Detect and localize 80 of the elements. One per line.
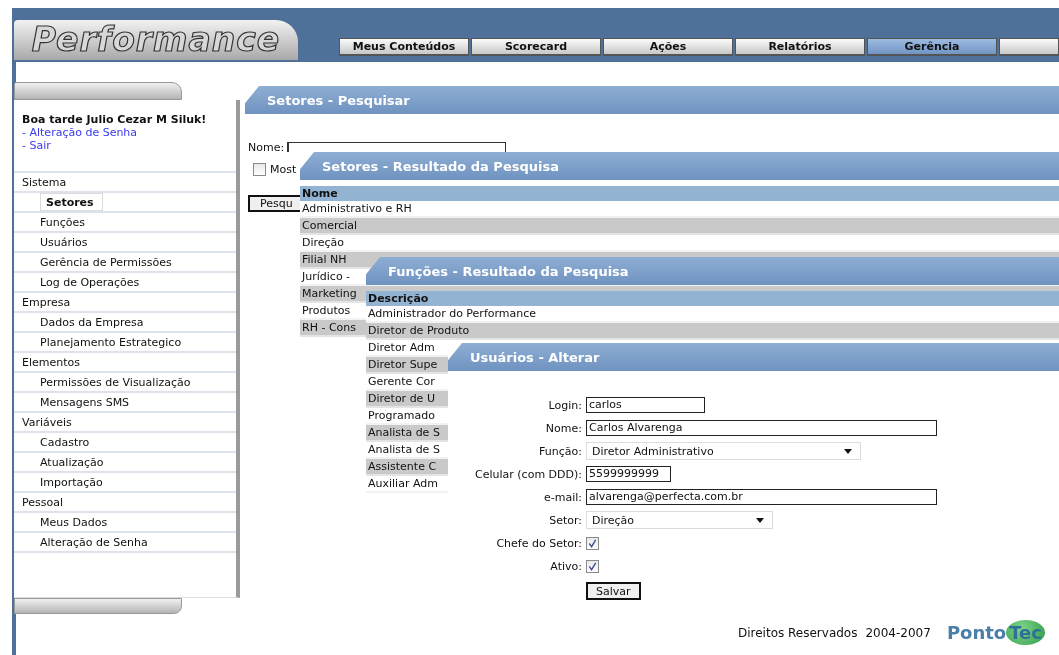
nav-tab[interactable]: Gerência xyxy=(867,38,997,56)
field-label: Nome: xyxy=(545,421,582,435)
sidebar-item[interactable]: Atualização xyxy=(40,455,104,469)
sidebar-link[interactable]: - Alteração de Senha xyxy=(22,126,236,139)
field-label: Login: xyxy=(548,398,582,412)
table-cell[interactable]: Comercial xyxy=(302,219,358,232)
table-cell[interactable]: Jurídico - xyxy=(302,270,351,283)
text-field[interactable]: carlos xyxy=(586,397,705,413)
table-cell[interactable]: Analista de S xyxy=(368,426,440,439)
field-label: Setor: xyxy=(549,513,582,527)
table-cell[interactable]: Administrador do Performance xyxy=(368,307,537,320)
nav-tab[interactable]: Ações xyxy=(603,38,733,56)
pontotec-logo: Ponto Tec xyxy=(946,620,1045,645)
checkbox[interactable] xyxy=(586,536,599,550)
search-button[interactable]: Pesqu xyxy=(248,195,300,212)
table-cell[interactable]: Analista de S xyxy=(368,443,440,456)
table-cell[interactable]: Diretor Supe xyxy=(368,358,438,371)
sidebar-item[interactable]: Log de Operações xyxy=(40,275,140,289)
greeting-text: Boa tarde Julio Cezar M Siluk! xyxy=(22,113,208,126)
performance-logo: Performance xyxy=(31,22,281,58)
table-cell[interactable]: Filial NH xyxy=(302,253,347,266)
sidebar-item[interactable]: Alteração de Senha xyxy=(40,535,148,549)
sidebar-item[interactable]: Setores xyxy=(40,193,103,211)
panel-title: Usuários - Alterar xyxy=(470,349,600,365)
sidebar-item[interactable]: Permissões de Visualização xyxy=(40,375,191,389)
table-cell[interactable]: Direção xyxy=(302,236,345,249)
field-label: Função: xyxy=(539,444,582,458)
nav-tab[interactable]: Relatórios xyxy=(735,38,865,56)
sidebar-item[interactable]: Cadastro xyxy=(40,435,90,449)
copyright-years: 2004-2007 xyxy=(865,625,931,640)
table-cell[interactable]: Administrativo e RH xyxy=(302,202,412,215)
sidebar-item[interactable]: Gerência de Permissões xyxy=(40,255,172,269)
menu-group-label: Sistema xyxy=(22,175,67,189)
text-field[interactable]: alvarenga@perfecta.com.br xyxy=(586,489,937,505)
save-button[interactable]: Salvar xyxy=(586,582,641,600)
sidebar-item[interactable]: Importação xyxy=(40,475,103,489)
table-cell[interactable]: Programado xyxy=(368,409,435,422)
copyright-text: Direitos Reservados xyxy=(737,625,858,640)
checkbox[interactable] xyxy=(586,559,599,573)
panel-title: Setores - Resultado da Pesquisa xyxy=(322,158,559,174)
table-cell[interactable]: Assistente C xyxy=(368,460,437,473)
table-cell[interactable]: RH - Cons xyxy=(302,321,356,334)
menu-group-label: Pessoal xyxy=(22,495,63,509)
sidebar-item[interactable]: Usuários xyxy=(40,235,88,249)
caret-icon xyxy=(756,517,764,523)
caret-icon xyxy=(844,448,852,454)
menu-group-label: Elementos xyxy=(22,355,80,369)
sidebar-item[interactable]: Dados da Empresa xyxy=(40,315,144,329)
table-cell[interactable]: Produtos xyxy=(302,304,351,317)
sidebar-item[interactable]: Mensagens SMS xyxy=(40,395,130,409)
sidebar-link[interactable]: - Sair xyxy=(22,139,236,152)
table-cell[interactable]: Auxiliar Adm xyxy=(368,477,438,490)
field-label: Ativo: xyxy=(550,559,582,573)
table-cell[interactable]: Diretor de U xyxy=(368,392,435,405)
field-label: Nome: xyxy=(248,141,285,154)
text-field[interactable]: Carlos Alvarenga xyxy=(586,420,937,436)
sidebar-item[interactable]: Meus Dados xyxy=(40,515,108,529)
menu-group-label: Empresa xyxy=(22,295,71,309)
sidebar-item[interactable]: Planejamento Estrategico xyxy=(40,335,182,349)
dropdown[interactable]: Diretor Administrativo xyxy=(586,442,861,460)
panel-title: Funções - Resultado da Pesquisa xyxy=(388,263,629,279)
dropdown[interactable]: Direção xyxy=(586,511,773,529)
sidebar-item[interactable]: Funções xyxy=(40,215,85,229)
name-input[interactable] xyxy=(287,142,507,152)
table-cell[interactable]: Diretor de Produto xyxy=(368,324,470,337)
field-label: Celular (com DDD): xyxy=(475,467,582,481)
checkbox-label: Most xyxy=(270,163,297,176)
text-field[interactable]: 5599999999 xyxy=(586,466,671,482)
panel-title: Setores - Pesquisar xyxy=(267,92,410,108)
checkbox[interactable] xyxy=(253,163,266,176)
column-header: Nome xyxy=(302,187,338,200)
field-label: Chefe do Setor: xyxy=(496,536,582,550)
menu-group-label: Variáveis xyxy=(22,415,72,429)
table-cell[interactable]: Diretor Adm xyxy=(368,341,435,354)
column-header: Descrição xyxy=(368,292,429,305)
nav-tab[interactable]: Scorecard xyxy=(471,38,601,56)
table-cell[interactable]: Marketing xyxy=(302,287,357,300)
table-cell[interactable]: Gerente Cor xyxy=(368,375,435,388)
nav-tab[interactable]: Meus Conteúdos xyxy=(339,38,469,56)
field-label: e-mail: xyxy=(544,490,582,504)
